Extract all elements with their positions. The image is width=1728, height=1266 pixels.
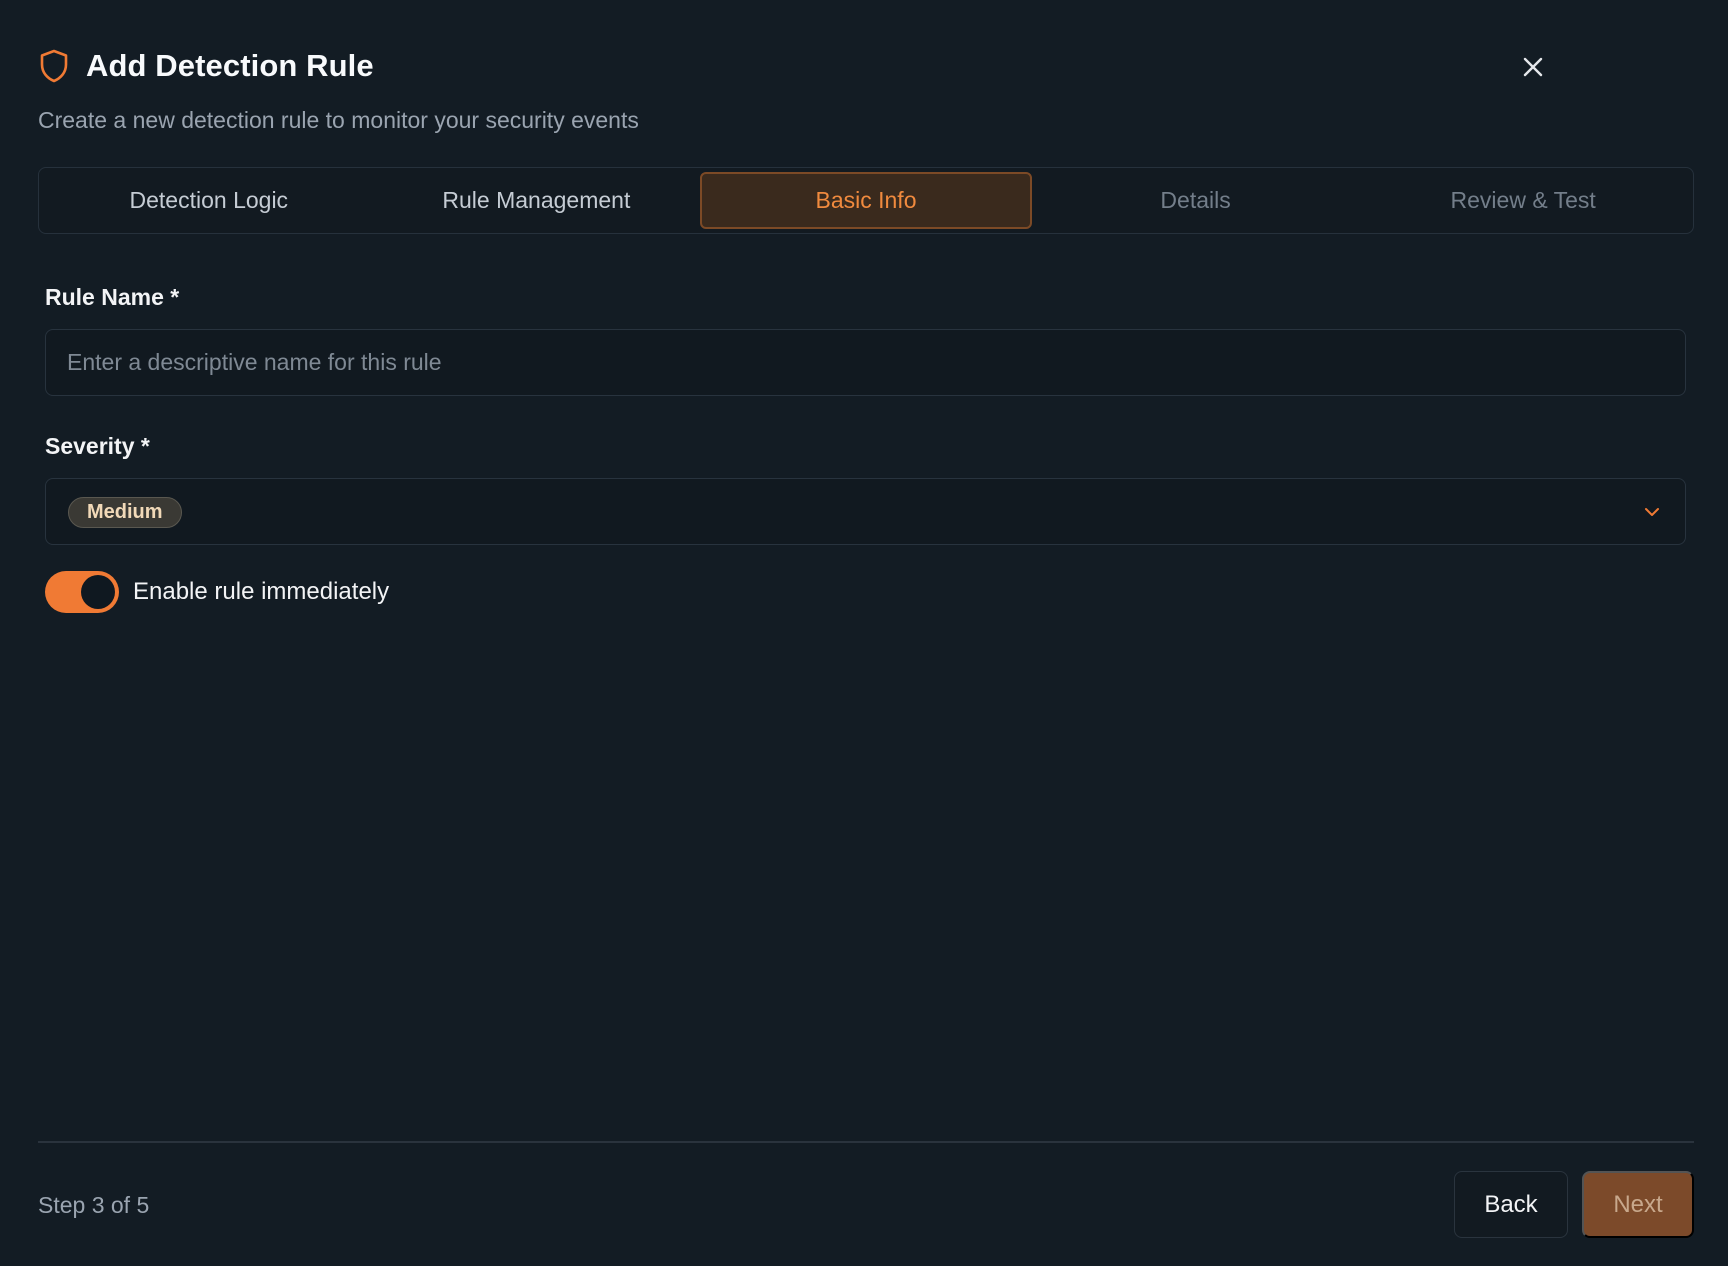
severity-badge: Medium	[68, 497, 182, 528]
step-indicator: Step 3 of 5	[38, 1192, 150, 1218]
dialog-title: Add Detection Rule	[86, 48, 374, 83]
enable-rule-row: Enable rule immediately	[45, 571, 389, 613]
next-button[interactable]: Next	[1582, 1171, 1694, 1238]
tab-basic-info[interactable]: Basic Info	[700, 172, 1032, 229]
rule-name-label: Rule Name *	[45, 284, 180, 310]
chevron-down-icon	[1645, 508, 1659, 516]
rule-name-input[interactable]	[46, 330, 1685, 395]
add-detection-rule-dialog: Add Detection Rule Create a new detectio…	[0, 0, 1728, 1266]
dialog-header: Add Detection Rule	[38, 48, 374, 84]
footer-divider	[38, 1141, 1694, 1143]
severity-select[interactable]: Medium	[45, 478, 1686, 545]
close-button[interactable]	[1518, 52, 1548, 82]
rule-name-field-wrapper	[45, 329, 1686, 396]
dialog-subtitle: Create a new detection rule to monitor y…	[38, 107, 639, 133]
enable-rule-toggle[interactable]	[45, 571, 119, 613]
tab-details[interactable]: Details	[1032, 172, 1360, 229]
back-button[interactable]: Back	[1454, 1171, 1568, 1238]
shield-icon	[38, 48, 70, 84]
enable-rule-label: Enable rule immediately	[133, 578, 390, 605]
severity-label: Severity *	[45, 433, 150, 459]
tab-review-test[interactable]: Review & Test	[1359, 172, 1687, 229]
tab-detection-logic[interactable]: Detection Logic	[45, 172, 373, 229]
wizard-tabs: Detection Logic Rule Management Basic In…	[38, 167, 1694, 234]
close-icon	[1523, 57, 1543, 77]
toggle-knob	[81, 575, 115, 609]
tab-rule-management[interactable]: Rule Management	[373, 172, 701, 229]
